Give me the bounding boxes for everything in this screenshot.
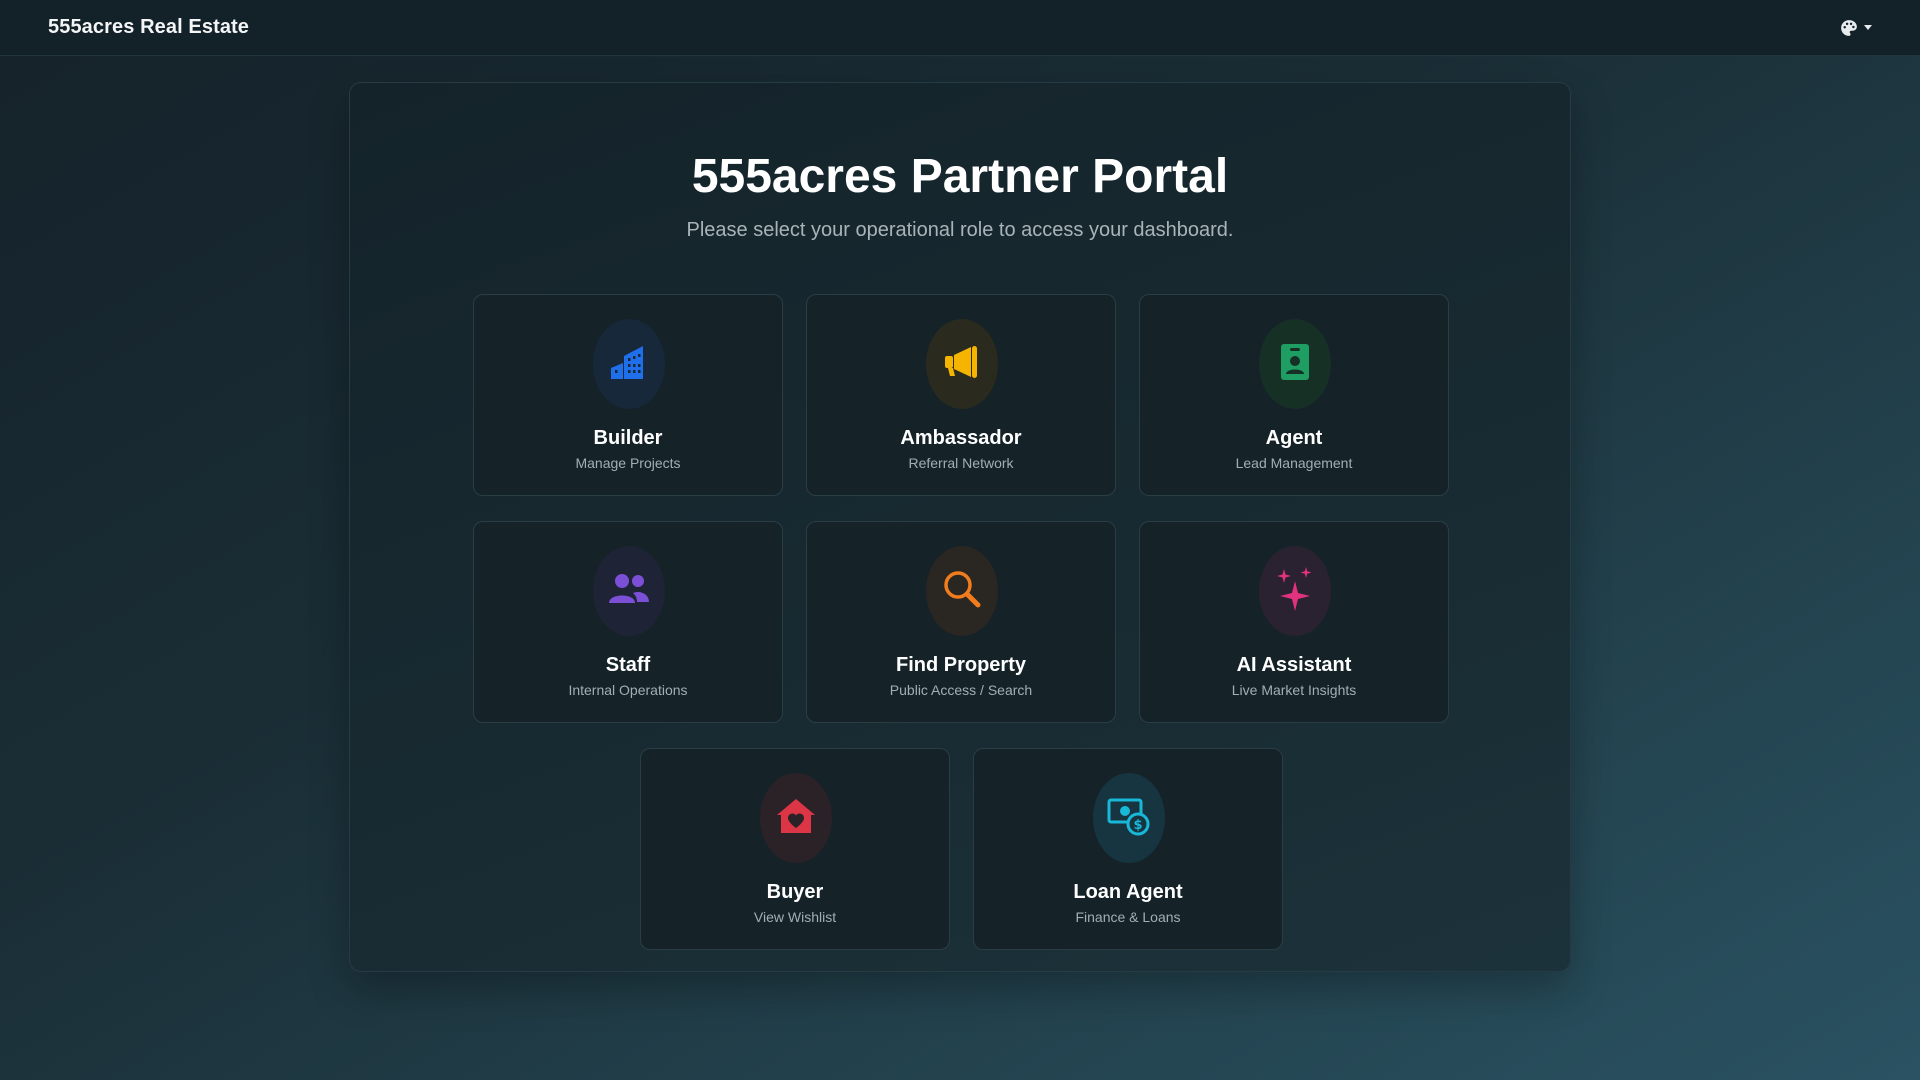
icon-badge — [1259, 319, 1331, 409]
theme-toggle-dropdown[interactable] — [1840, 19, 1872, 37]
portal-panel: 555acres Partner Portal Please select yo… — [349, 82, 1571, 972]
icon-badge — [926, 319, 998, 409]
role-title: Agent — [1265, 427, 1323, 449]
role-subtitle: Internal Operations — [568, 682, 688, 698]
role-subtitle: Live Market Insights — [1231, 682, 1357, 698]
role-card-agent[interactable]: Agent Lead Management — [1139, 294, 1449, 496]
role-subtitle: View Wishlist — [753, 909, 837, 925]
role-card-builder[interactable]: Builder Manage Projects — [473, 294, 783, 496]
icon-badge — [1259, 546, 1331, 636]
icon-badge — [593, 319, 665, 409]
icon-badge: $ — [1093, 773, 1165, 863]
house-heart-icon — [775, 796, 817, 841]
sparkles-icon — [1275, 566, 1315, 616]
users-icon — [607, 571, 651, 612]
icon-badge — [593, 546, 665, 636]
role-subtitle: Manage Projects — [575, 455, 681, 471]
brand-logo-text[interactable]: 555acres Real Estate — [48, 16, 249, 39]
role-title: Loan Agent — [1073, 881, 1183, 903]
role-title: Buyer — [766, 881, 824, 903]
role-card-buyer[interactable]: Buyer View Wishlist — [640, 748, 950, 950]
role-title: Builder — [593, 427, 663, 449]
role-title: Find Property — [895, 654, 1026, 676]
palette-icon — [1840, 19, 1858, 37]
svg-text:$: $ — [1133, 818, 1142, 833]
page-subtitle: Please select your operational role to a… — [686, 219, 1234, 241]
role-card-ai-assistant[interactable]: AI Assistant Live Market Insights — [1139, 521, 1449, 723]
navbar: 555acres Real Estate — [0, 0, 1920, 56]
role-card-loan-agent[interactable]: $ Loan Agent Finance & Loans — [973, 748, 1283, 950]
role-subtitle: Public Access / Search — [889, 682, 1033, 698]
megaphone-icon — [941, 341, 983, 388]
role-title: Ambassador — [900, 427, 1022, 449]
role-subtitle: Lead Management — [1235, 455, 1353, 471]
building-icon — [609, 342, 649, 387]
role-card-ambassador[interactable]: Ambassador Referral Network — [806, 294, 1116, 496]
role-card-find-property[interactable]: Find Property Public Access / Search — [806, 521, 1116, 723]
role-title: Staff — [605, 654, 651, 676]
chevron-down-icon — [1864, 25, 1872, 30]
role-card-staff[interactable]: Staff Internal Operations — [473, 521, 783, 723]
role-title: AI Assistant — [1236, 654, 1352, 676]
money-exchange-icon: $ — [1107, 794, 1151, 843]
icon-badge — [926, 546, 998, 636]
page-title: 555acres Partner Portal — [691, 150, 1229, 203]
icon-badge — [760, 773, 832, 863]
role-subtitle: Finance & Loans — [1075, 909, 1181, 925]
role-subtitle: Referral Network — [908, 455, 1014, 471]
search-icon — [940, 567, 984, 616]
id-badge-icon — [1278, 341, 1312, 388]
